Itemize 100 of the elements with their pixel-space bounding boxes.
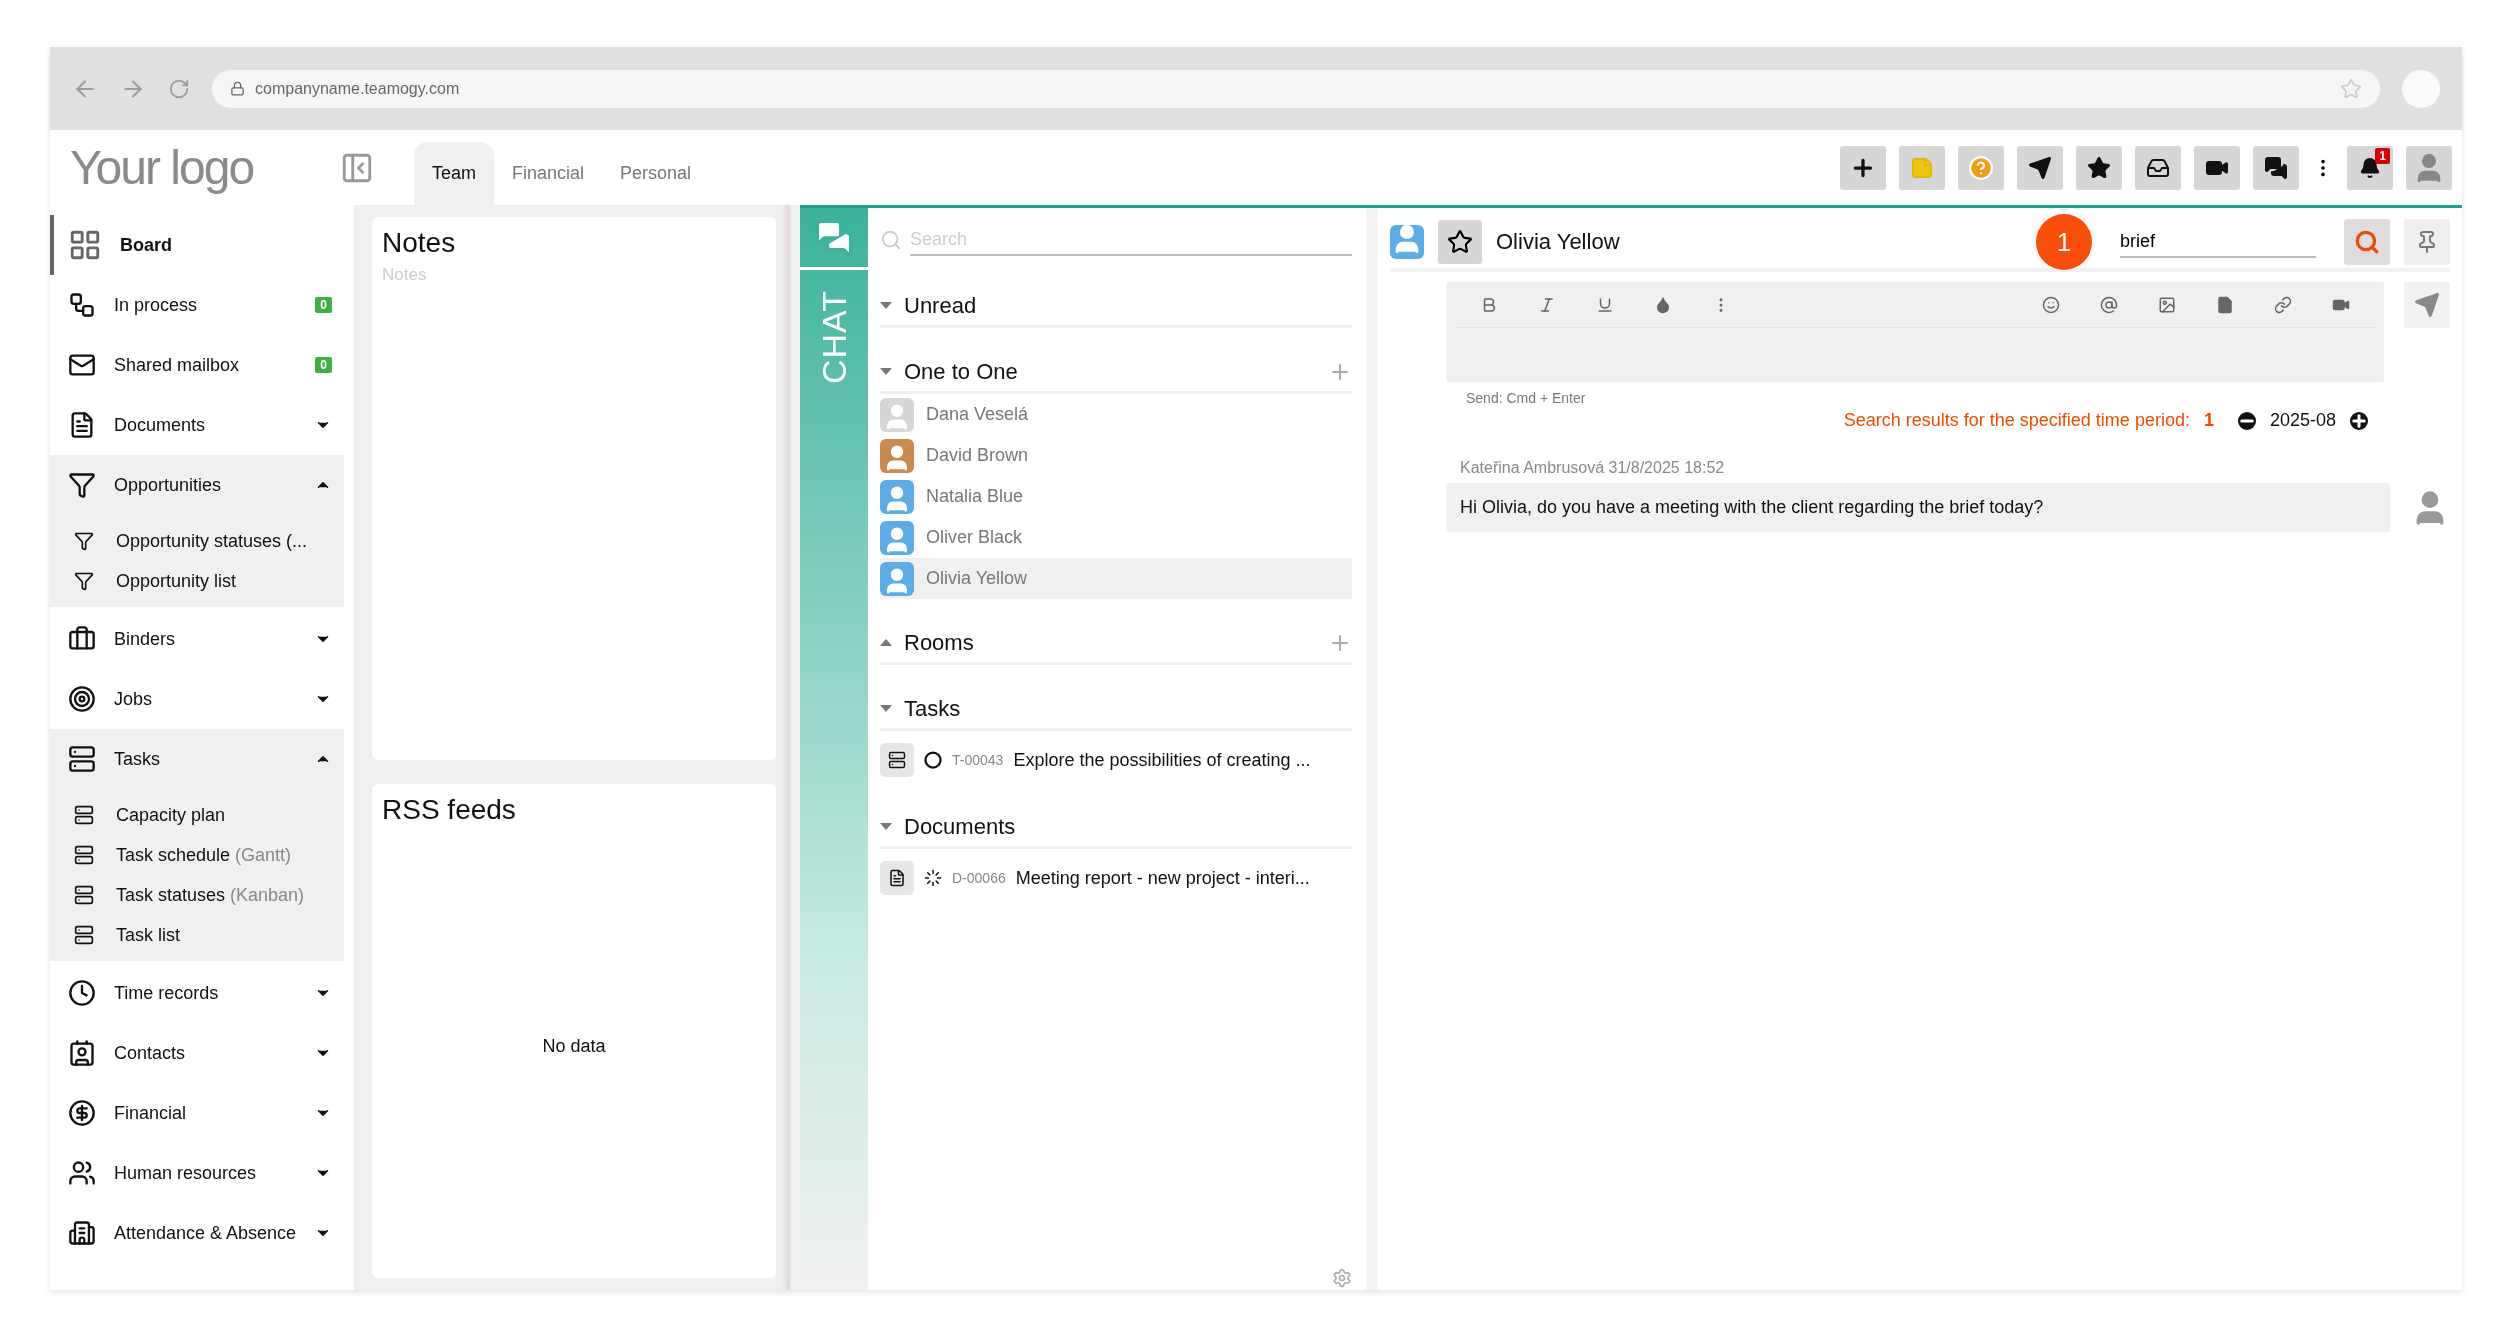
search-icon <box>880 229 902 251</box>
target-icon <box>68 685 96 713</box>
count-badge: 0 <box>315 357 332 373</box>
server-icon <box>888 751 906 769</box>
notification-count: 1 <box>2375 147 2390 164</box>
submenu-item[interactable]: Capacity plan <box>50 795 344 835</box>
search-button[interactable] <box>2344 219 2390 265</box>
avatar <box>880 479 914 514</box>
caret-icon <box>880 823 892 830</box>
contact-item[interactable]: David Brown <box>880 435 1352 476</box>
record-item[interactable]: T-00043 Explore the possibilities of creating ... <box>880 737 1352 783</box>
submenu-item[interactable]: Task statuses (Kanban) <box>50 875 344 915</box>
add-button[interactable] <box>1840 145 1886 190</box>
sticky-note-icon <box>1910 155 1934 180</box>
empty-message: No data <box>542 1036 606 1058</box>
avatar <box>880 438 914 473</box>
video-button[interactable] <box>2194 145 2240 190</box>
pin-button[interactable] <box>2404 219 2450 265</box>
filter-icon <box>74 531 94 551</box>
briefcase-icon <box>68 625 96 653</box>
star-icon <box>2087 155 2111 180</box>
contact-card-icon <box>68 1039 96 1067</box>
url-text: companyname.teamogy.com <box>255 79 460 98</box>
tab[interactable]: Team <box>414 142 494 205</box>
results-count: 1 <box>2203 410 2214 431</box>
link-icon[interactable] <box>2274 295 2292 314</box>
favorite-button[interactable] <box>1438 220 1482 264</box>
caret-icon <box>880 705 892 712</box>
document-icon <box>888 869 906 887</box>
plus-icon[interactable] <box>2350 411 2368 430</box>
notifications-button[interactable]: 1 <box>2347 145 2393 190</box>
paper-plane-icon <box>2028 155 2052 180</box>
paper-plane-icon <box>2414 292 2440 318</box>
caret-icon <box>880 639 892 646</box>
record-item[interactable]: D-00066 Meeting report - new project - interi... <box>880 855 1352 901</box>
contact-item[interactable]: Dana Veselá <box>880 394 1352 435</box>
submenu-item[interactable]: Opportunity statuses (... <box>50 521 344 561</box>
contact-item[interactable]: Olivia Yellow <box>880 558 1352 599</box>
address-bar[interactable]: companyname.teamogy.com <box>212 69 2380 108</box>
emoji-icon[interactable] <box>2042 295 2060 314</box>
section-header[interactable]: Tasks <box>880 689 1352 731</box>
caret-icon <box>880 302 892 309</box>
avatar <box>880 397 914 432</box>
message-bubble: Hi Olivia, do you have a meeting with the client regarding the brief today? <box>1446 483 2390 532</box>
sidebar-item[interactable]: Tasks <box>50 729 344 789</box>
user-avatar[interactable] <box>2406 145 2452 190</box>
count-badge: 0 <box>315 297 332 313</box>
star-icon <box>1447 229 1473 255</box>
contact-name: Olivia Yellow <box>1496 229 1621 255</box>
send-button[interactable] <box>2017 145 2063 190</box>
match-count: 1 <box>2036 214 2092 270</box>
people-icon <box>68 1159 96 1187</box>
sidebar-item[interactable]: Opportunities <box>50 455 344 515</box>
flow-icon <box>68 291 96 319</box>
minus-icon[interactable] <box>2237 411 2256 430</box>
submenu-item[interactable]: Task schedule (Gantt) <box>50 835 344 875</box>
avatar <box>1390 225 1424 259</box>
clock-icon <box>68 979 96 1007</box>
section-header[interactable]: Rooms <box>880 623 1352 665</box>
inbox-button[interactable] <box>2135 145 2181 190</box>
chat-icon <box>2264 155 2288 180</box>
logo: Your logo <box>69 140 255 195</box>
tab[interactable]: Financial <box>494 142 603 205</box>
submenu-item[interactable]: Task list <box>50 915 344 955</box>
dollar-icon <box>68 1099 96 1127</box>
building-icon <box>68 1219 96 1247</box>
chat-label: CHAT <box>814 290 854 385</box>
server-icon <box>74 845 94 865</box>
chat-button[interactable] <box>2253 145 2299 190</box>
spinner-icon <box>924 869 942 887</box>
contact-item[interactable]: Natalia Blue <box>880 476 1352 517</box>
server-icon <box>74 805 94 825</box>
contact-item[interactable]: Oliver Black <box>880 517 1352 558</box>
server-icon <box>74 885 94 905</box>
lock-icon <box>230 81 245 96</box>
image-icon[interactable] <box>2158 295 2176 314</box>
italic-icon[interactable] <box>1538 295 1556 314</box>
avatar <box>880 520 914 555</box>
grid-icon <box>68 228 102 262</box>
notes-title: Notes <box>382 227 457 259</box>
rss-title: RSS feeds <box>382 793 517 826</box>
filter-icon <box>68 471 96 499</box>
submenu-item[interactable]: Opportunity list <box>50 561 344 601</box>
section-header[interactable]: One to One <box>880 352 1352 394</box>
search-icon <box>2354 229 2380 255</box>
underline-icon[interactable] <box>1596 295 1614 314</box>
star-button[interactable] <box>2076 145 2122 190</box>
file-icon[interactable] <box>2216 295 2234 314</box>
section-header[interactable]: Documents <box>880 807 1352 849</box>
help-icon <box>1968 154 1994 181</box>
send-hint: Send: Cmd + Enter <box>1465 390 1587 406</box>
at-sign-icon[interactable] <box>2100 295 2118 314</box>
tab[interactable]: Personal <box>602 142 710 205</box>
section-header[interactable]: Unread <box>880 286 1352 328</box>
message-meta: Kateřina Ambrusová 31/8/2025 18:52 <box>1459 459 1726 477</box>
droplet-icon[interactable] <box>1654 295 1672 314</box>
avatar <box>880 561 914 596</box>
star-icon[interactable] <box>2340 77 2362 100</box>
filter-icon <box>74 571 94 591</box>
results-label: Search results for the specified time period: <box>1843 410 2190 431</box>
